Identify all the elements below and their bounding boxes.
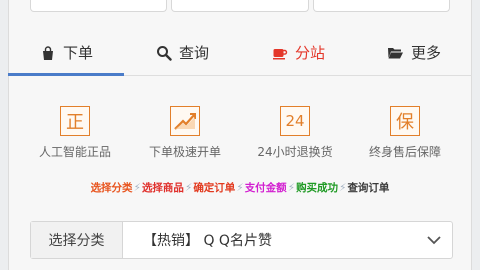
bolt-icon: ⚡: [287, 182, 296, 194]
folder-open-icon: [387, 44, 405, 62]
guarantee-badge-icon: 保: [390, 106, 420, 136]
order-steps: 选择分类⚡选择商品⚡确定订单⚡支付金额⚡购买成功⚡查询订单: [0, 180, 480, 195]
bolt-icon: ⚡: [339, 182, 347, 194]
feature-label: 下单极速开单: [148, 145, 221, 159]
feature-label: 人工智能正品: [38, 145, 111, 159]
category-selected-value: 【热销】 Q Q名片赞: [143, 233, 272, 249]
step-pay-amount: 支付金额: [244, 182, 287, 194]
category-select-label: 选择分类: [31, 222, 123, 258]
category-select[interactable]: 【热销】 Q Q名片赞: [123, 222, 452, 258]
bolt-icon: ⚡: [133, 182, 141, 194]
tab-query[interactable]: 查询: [124, 30, 240, 75]
feature-label: 24小时退换货: [257, 145, 333, 159]
step-purchase-success: 购买成功: [296, 182, 339, 194]
top-strip-segment[interactable]: [171, 0, 309, 12]
chevron-down-icon: [426, 232, 442, 248]
speed-chart-icon: [170, 106, 200, 136]
feature-label: 终身售后保障: [368, 145, 441, 159]
active-tab-indicator: [8, 73, 124, 76]
shopping-bag-icon: [39, 44, 57, 62]
hours-24-icon: 24: [280, 106, 310, 136]
tab-label: 分站: [294, 44, 325, 62]
step-query-order: 查询订单: [347, 182, 390, 194]
step-select-category: 选择分类: [90, 182, 133, 194]
feature-guarantee: 保 终身售后保障: [350, 106, 460, 166]
feature-fast: 下单极速开单: [130, 106, 240, 166]
tab-substation[interactable]: 分站: [240, 30, 356, 75]
tab-order[interactable]: 下单: [8, 30, 124, 75]
step-select-product: 选择商品: [141, 182, 184, 194]
step-confirm-order: 确定订单: [193, 182, 236, 194]
tab-label: 下单: [62, 44, 93, 62]
tab-label: 查询: [178, 44, 209, 62]
feature-24h: 24 24小时退换货: [240, 106, 350, 166]
top-strip: [30, 0, 450, 12]
tab-label: 更多: [410, 44, 441, 62]
genuine-badge-icon: 正: [60, 106, 90, 136]
category-select-row: 选择分类 【热销】 Q Q名片赞: [30, 221, 453, 259]
search-icon: [155, 44, 173, 62]
top-strip-segment[interactable]: [30, 0, 168, 12]
bolt-icon: ⚡: [184, 182, 193, 194]
feature-genuine: 正 人工智能正品: [20, 106, 130, 166]
nav-tabs: 下单 查询 分站 更多: [8, 30, 472, 76]
features-row: 正 人工智能正品 下单极速开单 24 24小时退换货 保 终身售后保障: [20, 106, 460, 166]
tab-more[interactable]: 更多: [356, 30, 472, 75]
top-strip-segment[interactable]: [312, 0, 450, 12]
coffee-cup-icon: [271, 44, 289, 62]
bolt-icon: ⚡: [236, 182, 244, 194]
